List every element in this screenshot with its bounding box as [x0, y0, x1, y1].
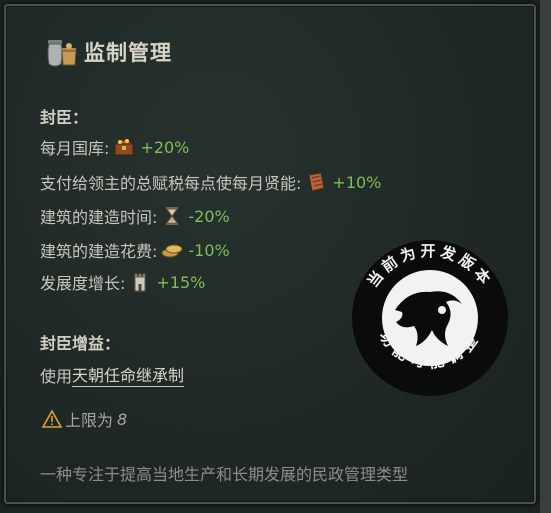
modifier-monthly-treasury: 每月国库: +20%	[40, 135, 189, 159]
modifier-value: +20%	[140, 137, 190, 157]
description: 一种专注于提高当地生产和长期发展的民政管理类型	[40, 465, 409, 484]
tooltip-title: 监制管理	[84, 41, 172, 65]
limit-label: 上限为	[65, 411, 114, 430]
vassals-header: 封臣：	[40, 104, 88, 128]
dev-build-watermark: 当前为开发版本 功能可能调整	[350, 238, 510, 398]
coins-icon	[161, 244, 183, 258]
dragon-seal-icon: 当前为开发版本 功能可能调整	[352, 240, 508, 396]
modifier-label: 建筑的建造花费:	[40, 242, 158, 261]
warning-icon	[42, 410, 62, 428]
treasure-chest-icon	[114, 139, 135, 156]
tower-icon	[134, 273, 146, 292]
use-prefix: 使用	[40, 366, 73, 386]
modifier-label: 发展度增长:	[40, 274, 126, 293]
use-succession-row: 使用 天朝任命继承制	[40, 362, 185, 387]
background-edge	[540, 0, 551, 513]
succession-link[interactable]: 天朝任命继承制	[72, 362, 185, 387]
modifier-label: 建筑的建造时间:	[40, 208, 158, 227]
modifier-value: +15%	[156, 272, 206, 292]
scroll-icon	[308, 172, 325, 192]
jars-icon	[47, 40, 77, 67]
modifier-tax-prestige: 支付给领主的总赋税每点使每月贤能: +10%	[40, 170, 381, 194]
modifier-label: 支付给领主的总赋税每点使每月贤能:	[40, 174, 302, 193]
modifier-value: -20%	[188, 206, 230, 226]
modifier-build-cost: 建筑的建造花费: -10%	[40, 238, 230, 262]
modifier-value: -10%	[188, 240, 230, 260]
modifier-development: 发展度增长: +15%	[40, 270, 205, 294]
hourglass-icon	[166, 207, 179, 225]
modifier-value: +10%	[332, 172, 382, 192]
title-row: 监制管理	[44, 34, 172, 70]
limit-value: 8	[117, 409, 128, 429]
vassal-bonus-header: 封臣增益：	[40, 330, 120, 354]
vassals-header-label: 封臣：	[40, 108, 89, 127]
vassal-bonus-header-label: 封臣增益：	[40, 334, 121, 353]
modifier-build-time: 建筑的建造时间: -20%	[40, 204, 230, 228]
limit-row: 上限为 8	[42, 407, 127, 431]
modifier-label: 每月国库:	[40, 139, 110, 158]
